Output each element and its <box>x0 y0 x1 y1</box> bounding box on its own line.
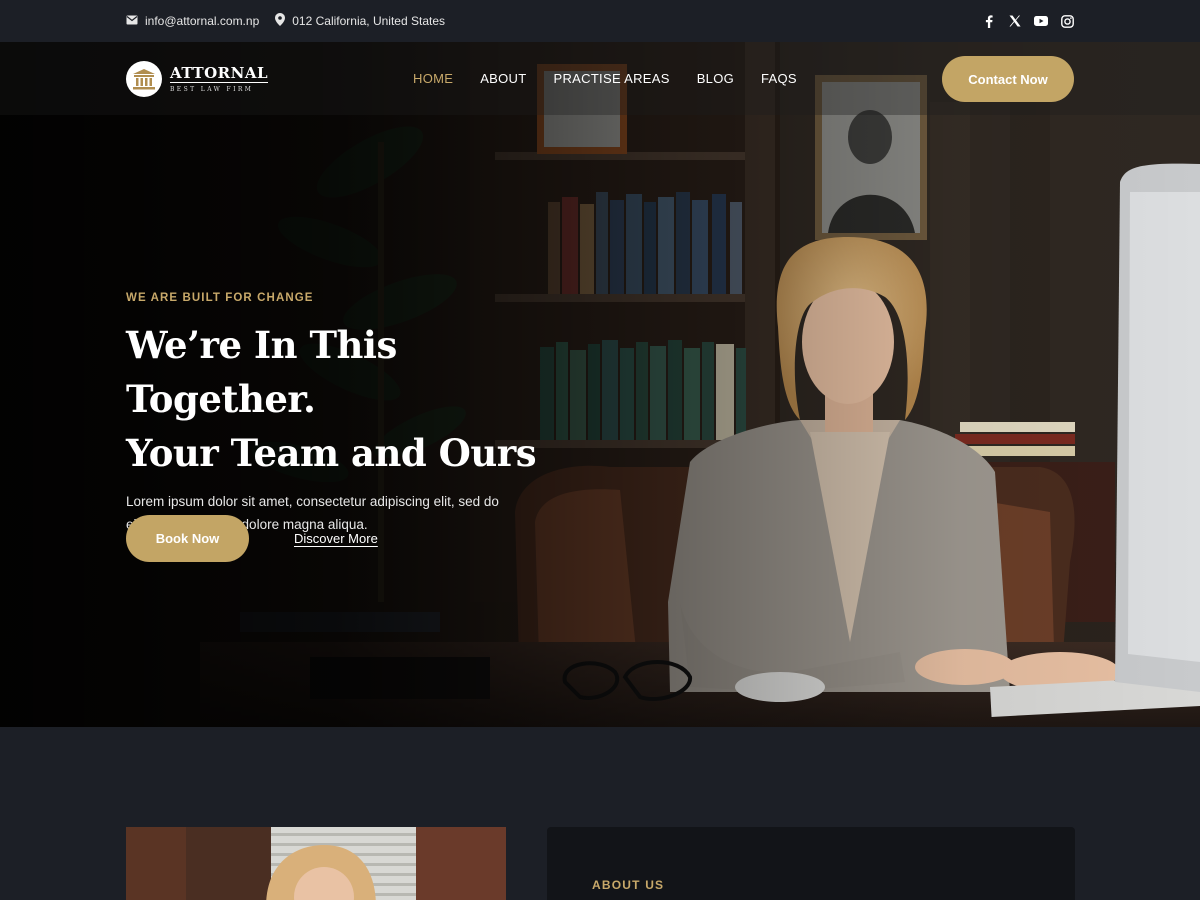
nav-menu: HOME ABOUT PRACTISE AREAS BLOG FAQS <box>413 42 797 115</box>
brand-tagline: BEST LAW FIRM <box>170 86 254 93</box>
brand-logo[interactable]: ATTORNAL BEST LAW FIRM <box>126 61 269 97</box>
hero-section: ATTORNAL BEST LAW FIRM HOME ABOUT PRACTI… <box>0 42 1200 727</box>
nav-item-blog[interactable]: BLOG <box>697 71 734 86</box>
address-item: 012 California, United States <box>275 13 445 29</box>
nav-item-practise-areas[interactable]: PRACTISE AREAS <box>554 71 670 86</box>
envelope-icon <box>126 14 138 28</box>
hero-content: WE ARE BUILT FOR CHANGE We’re In This To… <box>126 292 586 536</box>
hero-headline-line2: Your Team and Ours <box>126 431 537 475</box>
hero-cta-row: Book Now Discover More <box>126 515 378 562</box>
address-text: 012 California, United States <box>292 14 446 28</box>
brand-name: ATTORNAL <box>170 64 269 83</box>
about-image <box>126 827 506 900</box>
hero-eyebrow: WE ARE BUILT FOR CHANGE <box>126 292 314 304</box>
contact-info: info@attornal.com.np 012 California, Uni… <box>126 0 445 42</box>
nav-item-faqs[interactable]: FAQS <box>761 71 797 86</box>
top-bar: info@attornal.com.np 012 California, Uni… <box>0 0 1200 42</box>
social-links <box>982 0 1074 42</box>
map-pin-icon <box>275 13 286 29</box>
hero-headline: We’re In This Together. Your Team and Ou… <box>126 318 586 480</box>
hero-headline-line1: We’re In This Together. <box>126 323 397 421</box>
instagram-icon[interactable] <box>1060 14 1074 28</box>
youtube-icon[interactable] <box>1034 14 1048 28</box>
email-text: info@attornal.com.np <box>145 14 260 28</box>
nav-item-home[interactable]: HOME <box>413 71 453 86</box>
brand-text: ATTORNAL BEST LAW FIRM <box>170 64 269 93</box>
x-icon[interactable] <box>1008 14 1022 28</box>
about-card: ABOUT US <box>547 827 1075 900</box>
about-label: ABOUT US <box>592 878 665 892</box>
nav-item-about[interactable]: ABOUT <box>480 71 526 86</box>
contact-now-button[interactable]: Contact Now <box>942 56 1074 102</box>
main-navbar: ATTORNAL BEST LAW FIRM HOME ABOUT PRACTI… <box>0 42 1200 115</box>
courthouse-icon <box>126 61 162 97</box>
email-link[interactable]: info@attornal.com.np <box>126 14 259 28</box>
discover-more-link[interactable]: Discover More <box>294 531 378 546</box>
facebook-icon[interactable] <box>982 14 996 28</box>
about-section: ABOUT US <box>0 727 1200 900</box>
book-now-button[interactable]: Book Now <box>126 515 249 562</box>
